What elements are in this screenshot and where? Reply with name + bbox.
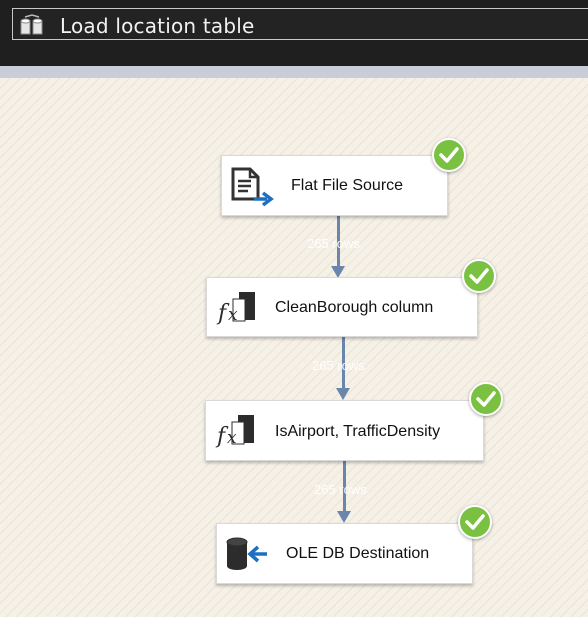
svg-text:x: x	[228, 305, 238, 325]
header-divider	[0, 66, 588, 78]
flat-file-source-icon	[230, 166, 274, 213]
path-rows-label: 265 rows	[312, 358, 365, 373]
data-flow-header: Load location table	[0, 0, 588, 66]
success-check-icon	[458, 505, 492, 539]
component-label: Flat File Source	[291, 177, 404, 194]
path-rows-label: 265 rows	[307, 236, 360, 251]
path-arrowhead	[337, 511, 351, 523]
component-label: OLE DB Destination	[286, 545, 430, 562]
data-flow-task-selector[interactable]: Load location table	[12, 8, 588, 40]
ole-db-destination-icon	[225, 536, 271, 577]
data-flow-task-icon	[19, 14, 45, 36]
path-rows-label: 265 rows	[314, 482, 367, 497]
derived-column-icon: f x	[215, 290, 259, 331]
path-arrowhead	[336, 388, 350, 400]
component-label: CleanBorough column	[275, 299, 434, 316]
data-flow-task-title: Load location table	[60, 14, 255, 38]
component-label: IsAirport, TrafficDensity	[275, 423, 441, 440]
success-check-icon	[432, 138, 466, 172]
derived-column-component[interactable]: f x IsAirport, TrafficDensity	[205, 400, 484, 461]
derived-column-icon: f x	[214, 413, 258, 454]
derived-column-component[interactable]: f x CleanBorough column	[206, 277, 478, 337]
success-check-icon	[462, 259, 496, 293]
svg-text:x: x	[227, 428, 237, 448]
flat-file-source-component[interactable]: Flat File Source	[221, 155, 448, 216]
ole-db-destination-component[interactable]: OLE DB Destination	[216, 523, 473, 584]
success-check-icon	[469, 382, 503, 416]
